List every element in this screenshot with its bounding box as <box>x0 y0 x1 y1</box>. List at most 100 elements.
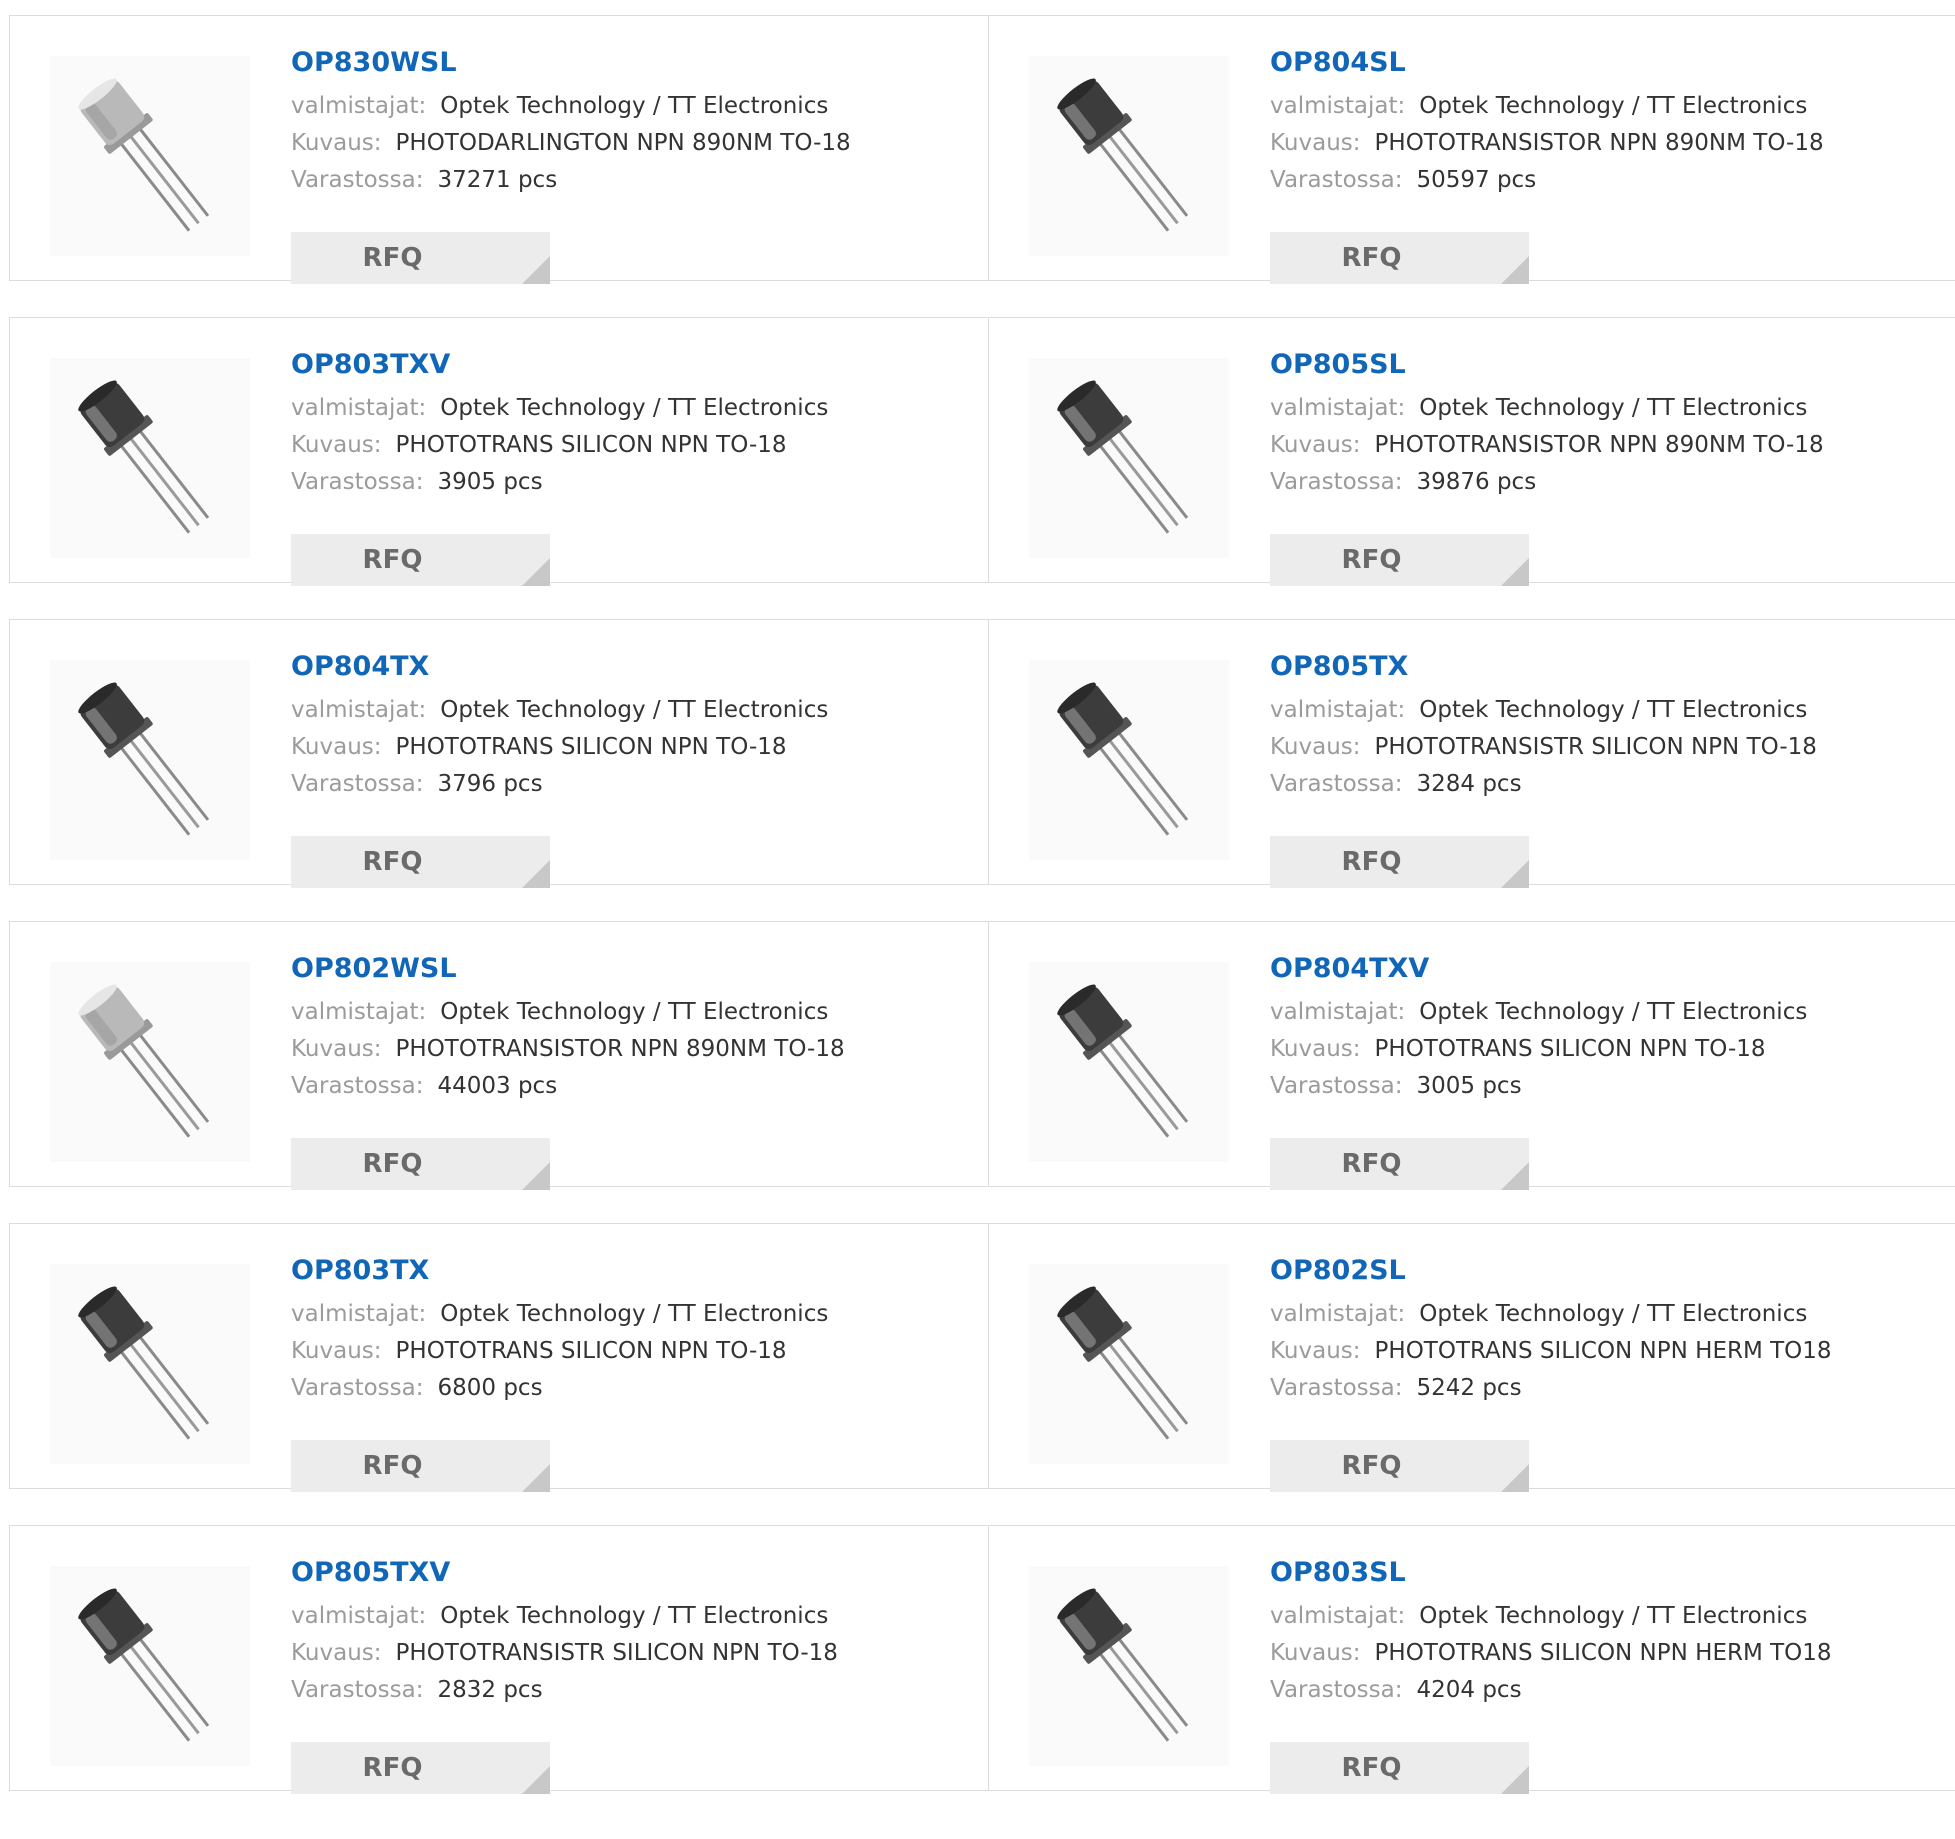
corner-triangle-icon <box>1501 1766 1529 1794</box>
product-image[interactable] <box>50 56 250 256</box>
description-line: Kuvaus: PHOTOTRANSISTOR NPN 890NM TO-18 <box>1270 125 1824 162</box>
manufacturer-label: valmistajat: <box>291 697 427 723</box>
stock-value: 37271 pcs <box>437 167 558 193</box>
rfq-button[interactable]: RFQ <box>1270 1742 1529 1794</box>
corner-triangle-icon <box>522 558 550 586</box>
product-card: OP803TXV valmistajat: Optek Technology / … <box>10 318 988 586</box>
rfq-button[interactable]: RFQ <box>1270 1440 1529 1492</box>
stock-line: Varastossa: 44003 pcs <box>291 1068 845 1105</box>
manufacturer-value: Optek Technology / TT Electronics <box>1419 1603 1808 1629</box>
part-number-link[interactable]: OP802WSL <box>291 952 845 986</box>
part-number-link[interactable]: OP803TX <box>291 1254 828 1288</box>
product-image[interactable] <box>1029 1566 1229 1766</box>
product-image[interactable] <box>1029 1264 1229 1464</box>
part-number-link[interactable]: OP804TXV <box>1270 952 1807 986</box>
product-image[interactable] <box>1029 660 1229 860</box>
part-number-link[interactable]: OP805TX <box>1270 650 1817 684</box>
rfq-button[interactable]: RFQ <box>291 534 550 586</box>
part-number-link[interactable]: OP804SL <box>1270 46 1824 80</box>
rfq-button-label: RFQ <box>362 1753 423 1783</box>
rfq-button-label: RFQ <box>1341 1451 1402 1481</box>
product-image[interactable] <box>50 1264 250 1464</box>
stock-line: Varastossa: 3005 pcs <box>1270 1068 1807 1105</box>
corner-triangle-icon <box>1501 1464 1529 1492</box>
manufacturer-value: Optek Technology / TT Electronics <box>440 395 829 421</box>
description-value: PHOTOTRANSISTOR NPN 890NM TO-18 <box>1374 432 1824 458</box>
rfq-button[interactable]: RFQ <box>291 1440 550 1492</box>
rfq-button[interactable]: RFQ <box>1270 1138 1529 1190</box>
stock-value: 44003 pcs <box>437 1073 558 1099</box>
manufacturer-value: Optek Technology / TT Electronics <box>440 93 829 119</box>
transistor-icon <box>1029 1264 1229 1464</box>
product-image[interactable] <box>1029 962 1229 1162</box>
product-card: OP803TX valmistajat: Optek Technology / T… <box>10 1224 988 1492</box>
stock-value: 2832 pcs <box>437 1677 543 1703</box>
manufacturer-value: Optek Technology / TT Electronics <box>1419 697 1808 723</box>
product-card: OP805TXV valmistajat: Optek Technology / … <box>10 1526 988 1794</box>
product-info: OP803TX valmistajat: Optek Technology / T… <box>291 1254 829 1492</box>
rfq-button[interactable]: RFQ <box>291 836 550 888</box>
description-label: Kuvaus: <box>1270 130 1361 156</box>
product-image[interactable] <box>50 1566 250 1766</box>
stock-line: Varastossa: 4204 pcs <box>1270 1672 1832 1709</box>
description-label: Kuvaus: <box>1270 1338 1361 1364</box>
description-line: Kuvaus: PHOTOTRANS SILICON NPN HERM TO18 <box>1270 1333 1832 1370</box>
manufacturer-value: Optek Technology / TT Electronics <box>1419 93 1808 119</box>
manufacturer-value: Optek Technology / TT Electronics <box>440 1603 829 1629</box>
transistor-icon <box>1029 962 1229 1162</box>
stock-value: 39876 pcs <box>1416 469 1537 495</box>
stock-value: 6800 pcs <box>437 1375 543 1401</box>
manufacturer-label: valmistajat: <box>1270 395 1406 421</box>
product-info: OP804TXV valmistajat: Optek Technology / … <box>1270 952 1807 1190</box>
part-number-link[interactable]: OP802SL <box>1270 1254 1832 1288</box>
part-number-link[interactable]: OP803SL <box>1270 1556 1832 1590</box>
part-number-link[interactable]: OP804TX <box>291 650 828 684</box>
product-image[interactable] <box>50 962 250 1162</box>
product-card: OP805TX valmistajat: Optek Technology / T… <box>988 620 1955 888</box>
product-row: OP804TX valmistajat: Optek Technology / T… <box>9 619 1955 888</box>
description-value: PHOTOTRANSISTR SILICON NPN TO-18 <box>1374 734 1817 760</box>
rfq-button-label: RFQ <box>1341 243 1402 273</box>
stock-label: Varastossa: <box>1270 1677 1403 1703</box>
manufacturer-label: valmistajat: <box>291 93 427 119</box>
product-row: OP802WSL valmistajat: Optek Technology / … <box>9 921 1955 1190</box>
corner-triangle-icon <box>522 256 550 284</box>
product-image[interactable] <box>1029 56 1229 256</box>
part-number-link[interactable]: OP805TXV <box>291 1556 838 1590</box>
manufacturer-line: valmistajat: Optek Technology / TT Electr… <box>291 88 851 125</box>
manufacturer-value: Optek Technology / TT Electronics <box>1419 999 1808 1025</box>
stock-label: Varastossa: <box>291 469 424 495</box>
rfq-button-label: RFQ <box>1341 545 1402 575</box>
manufacturer-line: valmistajat: Optek Technology / TT Electr… <box>1270 390 1824 427</box>
description-line: Kuvaus: PHOTOTRANS SILICON NPN TO-18 <box>291 427 828 464</box>
rfq-button[interactable]: RFQ <box>291 1138 550 1190</box>
transistor-icon <box>50 962 250 1162</box>
rfq-button[interactable]: RFQ <box>1270 836 1529 888</box>
manufacturer-line: valmistajat: Optek Technology / TT Electr… <box>1270 994 1807 1031</box>
stock-value: 4204 pcs <box>1416 1677 1522 1703</box>
description-label: Kuvaus: <box>291 130 382 156</box>
rfq-button[interactable]: RFQ <box>1270 232 1529 284</box>
stock-label: Varastossa: <box>1270 469 1403 495</box>
description-label: Kuvaus: <box>291 432 382 458</box>
product-image[interactable] <box>50 358 250 558</box>
rfq-button[interactable]: RFQ <box>291 1742 550 1794</box>
product-image[interactable] <box>50 660 250 860</box>
description-line: Kuvaus: PHOTOTRANS SILICON NPN TO-18 <box>291 729 828 766</box>
product-info: OP805SL valmistajat: Optek Technology / T… <box>1270 348 1824 586</box>
rfq-button-label: RFQ <box>362 243 423 273</box>
rfq-button[interactable]: RFQ <box>291 232 550 284</box>
product-info: OP804SL valmistajat: Optek Technology / T… <box>1270 46 1824 284</box>
transistor-icon <box>50 358 250 558</box>
description-value: PHOTOTRANS SILICON NPN HERM TO18 <box>1374 1338 1832 1364</box>
description-line: Kuvaus: PHOTOTRANS SILICON NPN TO-18 <box>291 1333 828 1370</box>
manufacturer-value: Optek Technology / TT Electronics <box>440 1301 829 1327</box>
manufacturer-value: Optek Technology / TT Electronics <box>1419 395 1808 421</box>
description-label: Kuvaus: <box>1270 1640 1361 1666</box>
part-number-link[interactable]: OP803TXV <box>291 348 828 382</box>
part-number-link[interactable]: OP805SL <box>1270 348 1824 382</box>
transistor-icon <box>1029 660 1229 860</box>
rfq-button[interactable]: RFQ <box>1270 534 1529 586</box>
part-number-link[interactable]: OP830WSL <box>291 46 851 80</box>
product-image[interactable] <box>1029 358 1229 558</box>
